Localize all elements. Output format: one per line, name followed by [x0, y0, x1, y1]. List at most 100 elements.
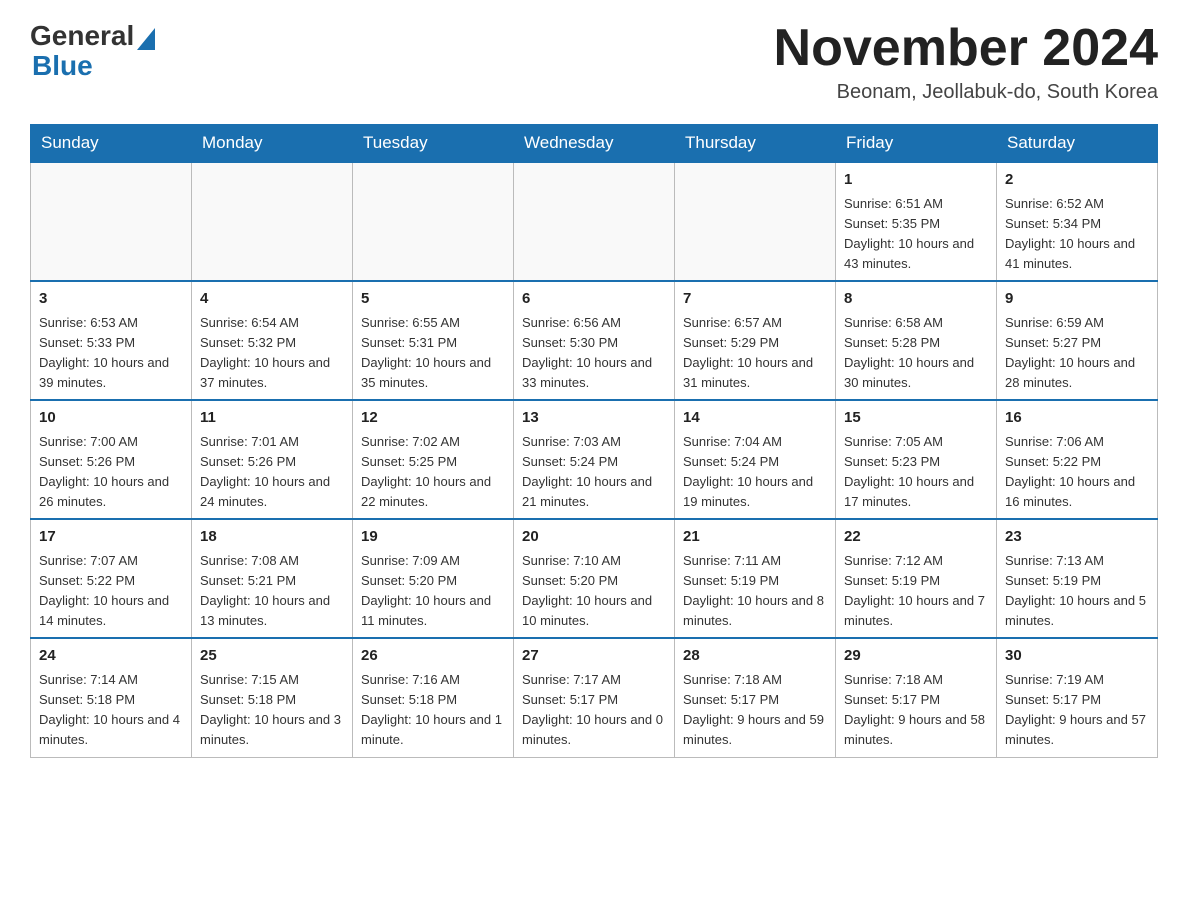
table-row: 4Sunrise: 6:54 AMSunset: 5:32 PMDaylight… — [192, 281, 353, 400]
day-number: 13 — [522, 407, 666, 430]
table-row: 29Sunrise: 7:18 AMSunset: 5:17 PMDayligh… — [836, 638, 997, 757]
day-info: Sunrise: 6:56 AMSunset: 5:30 PMDaylight:… — [522, 313, 666, 394]
table-row: 21Sunrise: 7:11 AMSunset: 5:19 PMDayligh… — [675, 519, 836, 638]
page-header: General Blue November 2024 Beonam, Jeoll… — [30, 20, 1158, 104]
col-monday: Monday — [192, 125, 353, 163]
day-number: 25 — [200, 645, 344, 668]
day-number: 2 — [1005, 169, 1149, 192]
day-info: Sunrise: 7:11 AMSunset: 5:19 PMDaylight:… — [683, 551, 827, 632]
col-sunday: Sunday — [31, 125, 192, 163]
day-info: Sunrise: 7:01 AMSunset: 5:26 PMDaylight:… — [200, 432, 344, 513]
day-info: Sunrise: 7:18 AMSunset: 5:17 PMDaylight:… — [844, 670, 988, 751]
table-row: 23Sunrise: 7:13 AMSunset: 5:19 PMDayligh… — [997, 519, 1158, 638]
day-number: 19 — [361, 526, 505, 549]
day-number: 29 — [844, 645, 988, 668]
day-number: 24 — [39, 645, 183, 668]
day-number: 14 — [683, 407, 827, 430]
table-row: 8Sunrise: 6:58 AMSunset: 5:28 PMDaylight… — [836, 281, 997, 400]
day-number: 10 — [39, 407, 183, 430]
day-number: 8 — [844, 288, 988, 311]
table-row: 10Sunrise: 7:00 AMSunset: 5:26 PMDayligh… — [31, 400, 192, 519]
table-row — [31, 162, 192, 281]
day-number: 30 — [1005, 645, 1149, 668]
table-row: 14Sunrise: 7:04 AMSunset: 5:24 PMDayligh… — [675, 400, 836, 519]
table-row: 15Sunrise: 7:05 AMSunset: 5:23 PMDayligh… — [836, 400, 997, 519]
table-row — [514, 162, 675, 281]
table-row: 16Sunrise: 7:06 AMSunset: 5:22 PMDayligh… — [997, 400, 1158, 519]
day-info: Sunrise: 7:17 AMSunset: 5:17 PMDaylight:… — [522, 670, 666, 751]
table-row: 28Sunrise: 7:18 AMSunset: 5:17 PMDayligh… — [675, 638, 836, 757]
day-info: Sunrise: 6:54 AMSunset: 5:32 PMDaylight:… — [200, 313, 344, 394]
day-info: Sunrise: 6:57 AMSunset: 5:29 PMDaylight:… — [683, 313, 827, 394]
day-info: Sunrise: 7:02 AMSunset: 5:25 PMDaylight:… — [361, 432, 505, 513]
calendar-table: Sunday Monday Tuesday Wednesday Thursday… — [30, 124, 1158, 757]
day-number: 11 — [200, 407, 344, 430]
table-row: 17Sunrise: 7:07 AMSunset: 5:22 PMDayligh… — [31, 519, 192, 638]
day-number: 22 — [844, 526, 988, 549]
calendar-week-1: 1Sunrise: 6:51 AMSunset: 5:35 PMDaylight… — [31, 162, 1158, 281]
table-row: 12Sunrise: 7:02 AMSunset: 5:25 PMDayligh… — [353, 400, 514, 519]
table-row: 30Sunrise: 7:19 AMSunset: 5:17 PMDayligh… — [997, 638, 1158, 757]
col-thursday: Thursday — [675, 125, 836, 163]
day-info: Sunrise: 6:55 AMSunset: 5:31 PMDaylight:… — [361, 313, 505, 394]
table-row — [675, 162, 836, 281]
table-row: 26Sunrise: 7:16 AMSunset: 5:18 PMDayligh… — [353, 638, 514, 757]
day-number: 18 — [200, 526, 344, 549]
table-row — [353, 162, 514, 281]
day-info: Sunrise: 7:00 AMSunset: 5:26 PMDaylight:… — [39, 432, 183, 513]
logo-general-text: General — [30, 20, 134, 52]
page-subtitle: Beonam, Jeollabuk-do, South Korea — [774, 81, 1158, 104]
day-info: Sunrise: 7:19 AMSunset: 5:17 PMDaylight:… — [1005, 670, 1149, 751]
day-info: Sunrise: 7:06 AMSunset: 5:22 PMDaylight:… — [1005, 432, 1149, 513]
col-saturday: Saturday — [997, 125, 1158, 163]
day-number: 6 — [522, 288, 666, 311]
col-tuesday: Tuesday — [353, 125, 514, 163]
calendar-header-row: Sunday Monday Tuesday Wednesday Thursday… — [31, 125, 1158, 163]
calendar-week-3: 10Sunrise: 7:00 AMSunset: 5:26 PMDayligh… — [31, 400, 1158, 519]
calendar-week-5: 24Sunrise: 7:14 AMSunset: 5:18 PMDayligh… — [31, 638, 1158, 757]
day-number: 17 — [39, 526, 183, 549]
day-info: Sunrise: 7:14 AMSunset: 5:18 PMDaylight:… — [39, 670, 183, 751]
table-row: 6Sunrise: 6:56 AMSunset: 5:30 PMDaylight… — [514, 281, 675, 400]
day-info: Sunrise: 7:12 AMSunset: 5:19 PMDaylight:… — [844, 551, 988, 632]
day-number: 21 — [683, 526, 827, 549]
table-row: 2Sunrise: 6:52 AMSunset: 5:34 PMDaylight… — [997, 162, 1158, 281]
logo-blue-text: Blue — [32, 50, 93, 81]
day-info: Sunrise: 7:18 AMSunset: 5:17 PMDaylight:… — [683, 670, 827, 751]
day-info: Sunrise: 7:10 AMSunset: 5:20 PMDaylight:… — [522, 551, 666, 632]
day-number: 4 — [200, 288, 344, 311]
day-info: Sunrise: 7:03 AMSunset: 5:24 PMDaylight:… — [522, 432, 666, 513]
day-info: Sunrise: 7:09 AMSunset: 5:20 PMDaylight:… — [361, 551, 505, 632]
day-number: 3 — [39, 288, 183, 311]
table-row: 27Sunrise: 7:17 AMSunset: 5:17 PMDayligh… — [514, 638, 675, 757]
table-row: 13Sunrise: 7:03 AMSunset: 5:24 PMDayligh… — [514, 400, 675, 519]
day-number: 1 — [844, 169, 988, 192]
logo[interactable]: General Blue — [30, 20, 155, 82]
table-row: 20Sunrise: 7:10 AMSunset: 5:20 PMDayligh… — [514, 519, 675, 638]
day-info: Sunrise: 7:04 AMSunset: 5:24 PMDaylight:… — [683, 432, 827, 513]
table-row: 19Sunrise: 7:09 AMSunset: 5:20 PMDayligh… — [353, 519, 514, 638]
day-info: Sunrise: 6:51 AMSunset: 5:35 PMDaylight:… — [844, 194, 988, 275]
day-info: Sunrise: 7:13 AMSunset: 5:19 PMDaylight:… — [1005, 551, 1149, 632]
day-number: 26 — [361, 645, 505, 668]
calendar-week-2: 3Sunrise: 6:53 AMSunset: 5:33 PMDaylight… — [31, 281, 1158, 400]
day-info: Sunrise: 7:16 AMSunset: 5:18 PMDaylight:… — [361, 670, 505, 751]
table-row: 24Sunrise: 7:14 AMSunset: 5:18 PMDayligh… — [31, 638, 192, 757]
day-info: Sunrise: 7:08 AMSunset: 5:21 PMDaylight:… — [200, 551, 344, 632]
day-info: Sunrise: 7:07 AMSunset: 5:22 PMDaylight:… — [39, 551, 183, 632]
table-row: 3Sunrise: 6:53 AMSunset: 5:33 PMDaylight… — [31, 281, 192, 400]
calendar-week-4: 17Sunrise: 7:07 AMSunset: 5:22 PMDayligh… — [31, 519, 1158, 638]
table-row: 25Sunrise: 7:15 AMSunset: 5:18 PMDayligh… — [192, 638, 353, 757]
day-number: 15 — [844, 407, 988, 430]
table-row: 22Sunrise: 7:12 AMSunset: 5:19 PMDayligh… — [836, 519, 997, 638]
table-row: 1Sunrise: 6:51 AMSunset: 5:35 PMDaylight… — [836, 162, 997, 281]
title-block: November 2024 Beonam, Jeollabuk-do, Sout… — [774, 20, 1158, 104]
page-title: November 2024 — [774, 20, 1158, 77]
day-number: 20 — [522, 526, 666, 549]
table-row: 7Sunrise: 6:57 AMSunset: 5:29 PMDaylight… — [675, 281, 836, 400]
day-number: 23 — [1005, 526, 1149, 549]
day-number: 28 — [683, 645, 827, 668]
day-number: 16 — [1005, 407, 1149, 430]
day-number: 12 — [361, 407, 505, 430]
day-number: 5 — [361, 288, 505, 311]
